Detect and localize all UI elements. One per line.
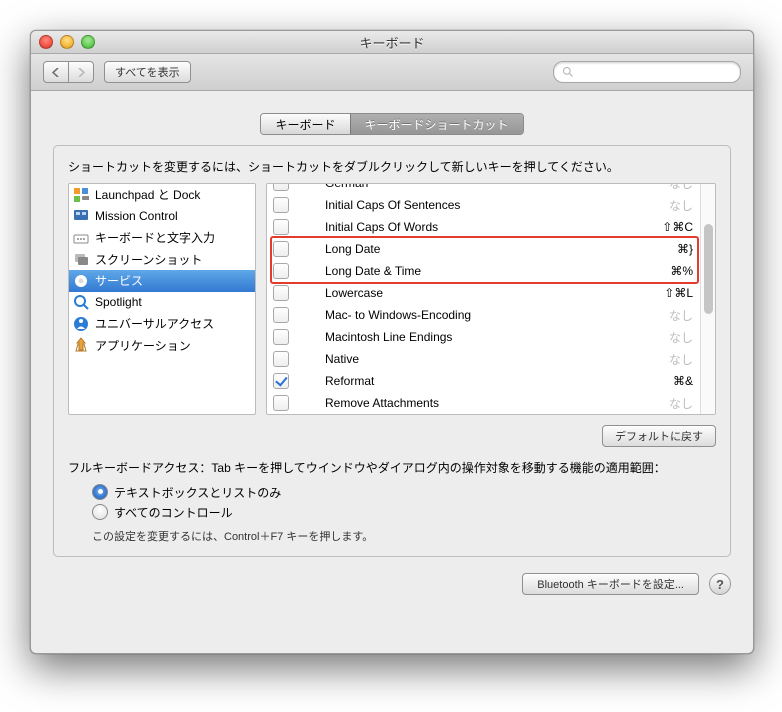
shortcut-key[interactable]: ⇧⌘C	[662, 220, 701, 234]
checkbox[interactable]	[273, 197, 289, 213]
sidebar-item-label: スクリーンショット	[95, 251, 202, 268]
shortcut-key[interactable]: ⌘}	[677, 242, 701, 256]
search-input[interactable]	[553, 61, 741, 83]
fka-label: フルキーボードアクセス：Tab キーを押してウインドウやダイアログ内の操作対象を…	[68, 459, 716, 476]
help-button[interactable]: ?	[709, 573, 731, 595]
scrollbar[interactable]	[700, 184, 715, 414]
titlebar[interactable]: キーボード	[31, 31, 753, 54]
tab-bar: キーボード キーボードショートカット	[53, 113, 731, 135]
category-icon	[73, 273, 89, 289]
shortcut-label: Native	[325, 352, 669, 366]
toolbar: すべてを表示	[31, 54, 753, 91]
category-icon	[73, 337, 89, 353]
sidebar-item[interactable]: キーボードと文字入力	[69, 227, 255, 249]
fka-radio-textboxes[interactable]: テキストボックスとリストのみ	[92, 482, 716, 502]
checkbox[interactable]	[273, 395, 289, 411]
category-icon	[73, 230, 89, 246]
sidebar-item-label: Mission Control	[95, 209, 178, 223]
sidebar-item[interactable]: Launchpad と Dock	[69, 184, 255, 206]
category-sidebar[interactable]: Launchpad と Dock Mission Control キーボードと文字入…	[68, 183, 256, 415]
shortcut-label: German	[325, 184, 669, 190]
preferences-window: キーボード すべてを表示 キーボード キーボードショートカット ショートカットを…	[30, 30, 754, 654]
shortcut-label: Initial Caps Of Sentences	[325, 198, 669, 212]
search-icon	[562, 66, 574, 78]
shortcut-label: Long Date	[325, 242, 677, 256]
shortcut-row[interactable]: Mac- to Windows-Encodingなし	[267, 304, 701, 326]
shortcut-row[interactable]: Initial Caps Of Sentencesなし	[267, 194, 701, 216]
sidebar-item-label: キーボードと文字入力	[95, 229, 215, 246]
shortcut-label: Long Date & Time	[325, 264, 670, 278]
shortcut-label: Mac- to Windows-Encoding	[325, 308, 669, 322]
shortcut-label: Initial Caps Of Words	[325, 220, 662, 234]
checkbox[interactable]	[273, 329, 289, 345]
shortcut-key[interactable]: なし	[669, 351, 701, 368]
category-icon	[73, 294, 89, 310]
tab-keyboard[interactable]: キーボード	[261, 114, 349, 134]
sidebar-item[interactable]: Spotlight	[69, 292, 255, 314]
shortcut-label: Macintosh Line Endings	[325, 330, 669, 344]
checkbox[interactable]	[273, 241, 289, 257]
shortcut-label: Reformat	[325, 374, 673, 388]
restore-defaults-button[interactable]: デフォルトに戻す	[602, 425, 716, 447]
sidebar-item[interactable]: ユニバーサルアクセス	[69, 313, 255, 335]
bluetooth-setup-button[interactable]: Bluetooth キーボードを設定...	[522, 573, 699, 595]
checkbox[interactable]	[273, 184, 289, 191]
checkbox[interactable]	[273, 219, 289, 235]
radio-button-icon	[92, 484, 108, 500]
shortcut-row[interactable]: Macintosh Line Endingsなし	[267, 326, 701, 348]
fka-radio-label-2: すべてのコントロール	[114, 504, 233, 521]
shortcut-row[interactable]: Long Date & Time⌘%	[267, 260, 701, 282]
shortcut-key[interactable]: なし	[669, 307, 701, 324]
shortcut-row[interactable]: Nativeなし	[267, 348, 701, 370]
shortcut-row[interactable]: Long Date⌘}	[267, 238, 701, 260]
fka-hint: この設定を変更するには、Control＋F7 キーを押します。	[92, 528, 716, 544]
category-icon	[73, 208, 89, 224]
category-icon	[73, 316, 89, 332]
shortcut-key[interactable]: なし	[669, 184, 701, 192]
instruction-text: ショートカットを変更するには、ショートカットをダブルクリックして新しいキーを押し…	[68, 158, 716, 175]
shortcut-list[interactable]: GermanなしInitial Caps Of SentencesなしIniti…	[266, 183, 716, 415]
shortcut-key[interactable]: なし	[669, 329, 701, 346]
radio-button-icon	[92, 504, 108, 520]
chevron-left-icon	[52, 68, 60, 77]
shortcut-row[interactable]: Lowercase⇧⌘L	[267, 282, 701, 304]
scrollbar-thumb[interactable]	[704, 224, 713, 314]
sidebar-item-label: Spotlight	[95, 295, 142, 309]
sidebar-item[interactable]: スクリーンショット	[69, 249, 255, 271]
checkbox[interactable]	[273, 373, 289, 389]
show-all-button[interactable]: すべてを表示	[104, 61, 191, 83]
shortcut-key[interactable]: ⌘&	[673, 374, 701, 388]
shortcut-row[interactable]: Germanなし	[267, 184, 701, 194]
checkbox[interactable]	[273, 307, 289, 323]
shortcut-label: Remove Attachments	[325, 396, 669, 410]
chevron-right-icon	[77, 68, 85, 77]
sidebar-item-label: サービス	[95, 272, 143, 289]
shortcut-key[interactable]: なし	[669, 395, 701, 412]
sidebar-item[interactable]: サービス	[69, 270, 255, 292]
checkbox[interactable]	[273, 263, 289, 279]
category-icon	[73, 187, 89, 203]
shortcut-key[interactable]: なし	[669, 197, 701, 214]
shortcut-label: Lowercase	[325, 286, 664, 300]
sidebar-item[interactable]: Mission Control	[69, 206, 255, 228]
checkbox[interactable]	[273, 285, 289, 301]
fka-radio-allcontrols[interactable]: すべてのコントロール	[92, 502, 716, 522]
checkbox[interactable]	[273, 351, 289, 367]
tab-keyboard-shortcuts[interactable]: キーボードショートカット	[350, 114, 523, 134]
sidebar-item-label: Launchpad と Dock	[95, 186, 200, 203]
shortcut-row[interactable]: Reformat⌘&	[267, 370, 701, 392]
sidebar-item-label: アプリケーション	[95, 337, 191, 354]
category-icon	[73, 251, 89, 267]
back-button[interactable]	[43, 61, 69, 83]
shortcut-row[interactable]: Initial Caps Of Words⇧⌘C	[267, 216, 701, 238]
forward-button[interactable]	[69, 61, 94, 83]
fka-radio-label-1: テキストボックスとリストのみ	[114, 484, 281, 501]
shortcut-row[interactable]: Remove Attachmentsなし	[267, 392, 701, 414]
shortcuts-panel: ショートカットを変更するには、ショートカットをダブルクリックして新しいキーを押し…	[53, 145, 731, 557]
sidebar-item[interactable]: アプリケーション	[69, 335, 255, 357]
sidebar-item-label: ユニバーサルアクセス	[95, 315, 214, 332]
shortcut-key[interactable]: ⇧⌘L	[664, 286, 701, 300]
shortcut-key[interactable]: ⌘%	[670, 264, 701, 278]
window-title: キーボード	[31, 33, 753, 52]
